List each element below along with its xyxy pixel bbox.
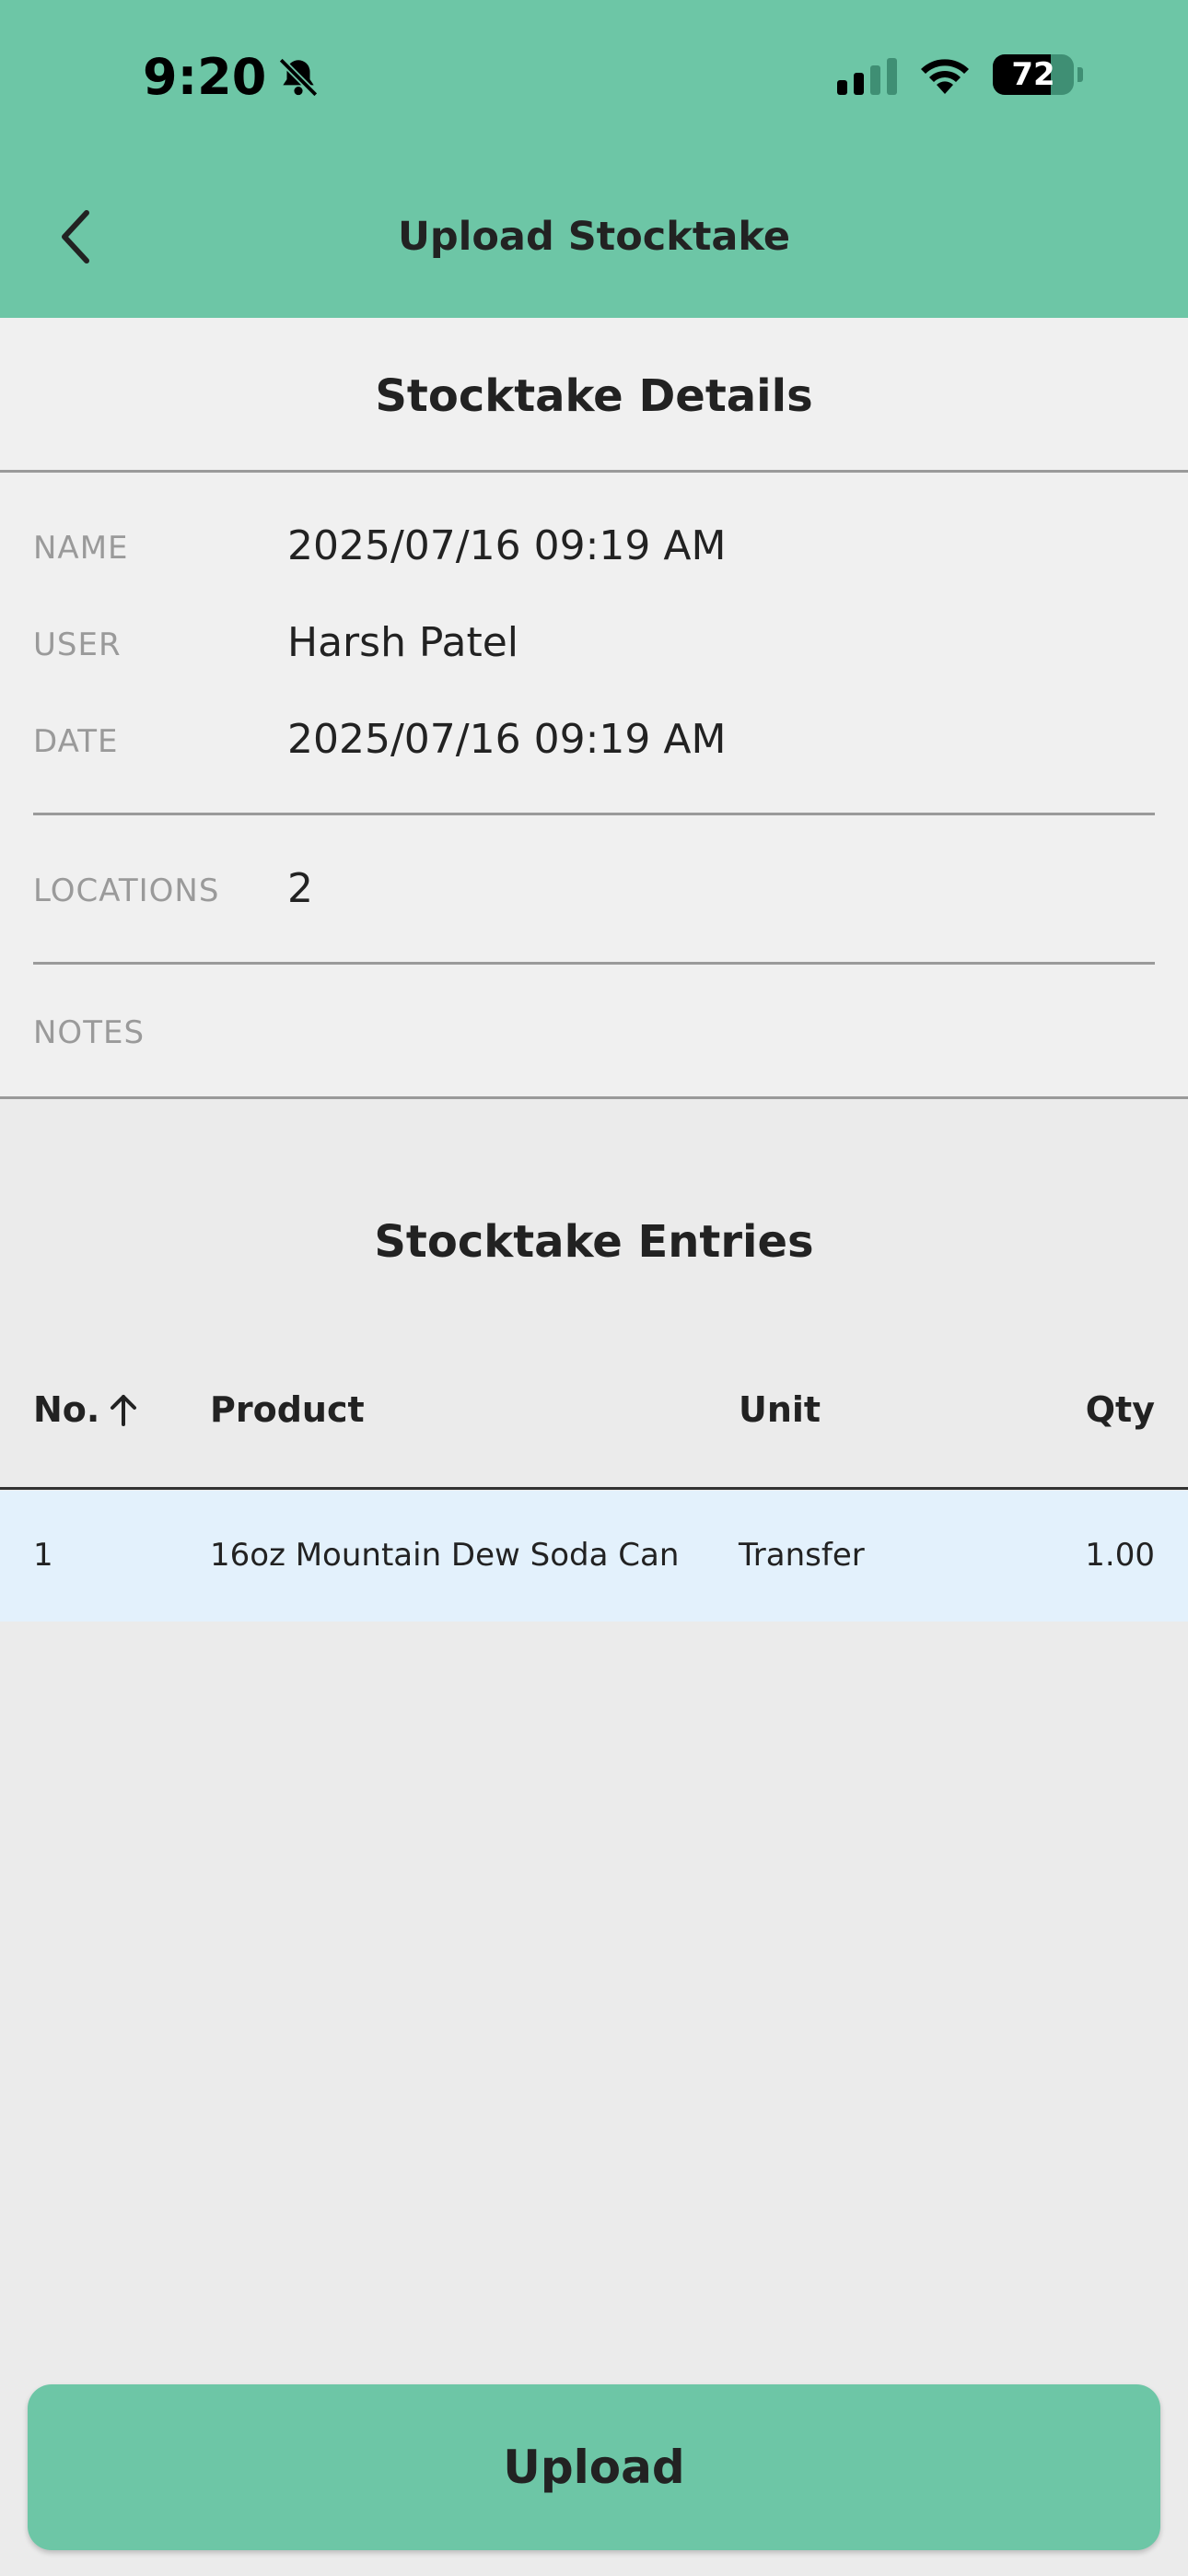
divider [33,962,1155,965]
divider [33,813,1155,815]
name-label: NAME [33,530,129,567]
name-value: 2025/07/16 09:19 AM [287,522,727,569]
cell-unit: Transfer [739,1537,865,1574]
battery-cap [1077,67,1083,82]
date-value: 2025/07/16 09:19 AM [287,716,727,763]
table-row[interactable]: 1 16oz Mountain Dew Soda Can Transfer 1.… [0,1491,1188,1622]
top-bar: 9:20 72 Upload Stocktake [0,0,1188,318]
bell-slash-icon [279,57,319,97]
cell-no: 1 [33,1537,53,1574]
details-title: Stocktake Details [375,370,813,422]
locations-label: LOCATIONS [33,872,220,909]
table-header-divider [0,1487,1188,1490]
date-label: DATE [33,723,119,760]
cell-qty: 1.00 [1085,1537,1155,1574]
column-header-unit[interactable]: Unit [739,1389,821,1430]
sort-ascending-icon [111,1395,137,1426]
cell-product: 16oz Mountain Dew Soda Can [210,1537,680,1574]
user-label: USER [33,626,122,663]
column-header-no[interactable]: No. [33,1389,140,1430]
status-indicators: 72 [837,53,1083,96]
column-header-qty[interactable]: Qty [1086,1389,1155,1430]
wifi-icon [921,59,969,94]
upload-button[interactable]: Upload [28,2384,1160,2550]
cellular-signal-icon [837,54,897,95]
battery-icon: 72 [993,54,1074,95]
entries-title: Stocktake Entries [374,1216,814,1268]
divider [0,470,1188,473]
user-value: Harsh Patel [287,619,519,666]
page-title: Upload Stocktake [397,214,791,260]
locations-value: 2 [287,865,313,912]
divider [0,1096,1188,1099]
notes-label: NOTES [33,1014,146,1051]
column-header-product[interactable]: Product [210,1389,365,1430]
status-time: 9:20 [143,48,321,106]
stocktake-details-card: Stocktake Details NAME 2025/07/16 09:19 … [0,318,1188,1099]
